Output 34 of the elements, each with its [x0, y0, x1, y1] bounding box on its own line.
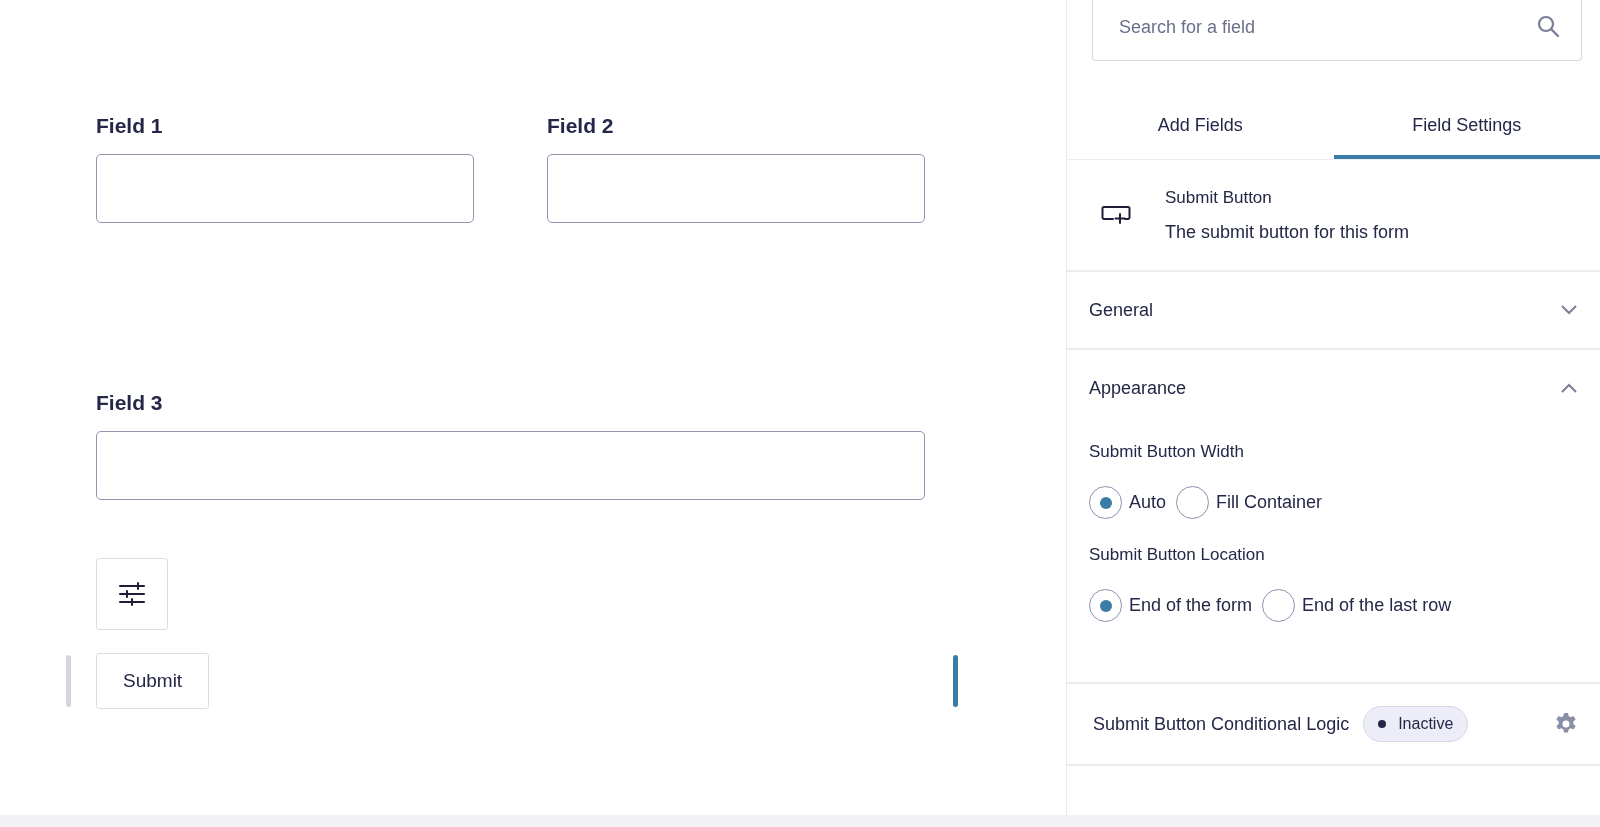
search-icon — [1536, 14, 1560, 38]
setting-label: Submit Button Location — [1089, 545, 1266, 565]
radio-option[interactable]: End of the last row — [1262, 589, 1452, 622]
submit-button[interactable]: Submit — [96, 653, 210, 709]
conditional-logic-label: Submit Button Conditional Logic — [1093, 713, 1350, 735]
field-label: Field 1 — [96, 114, 164, 138]
radio-option[interactable]: End of the form — [1089, 589, 1253, 622]
option-label: End of the form — [1129, 595, 1253, 616]
option-label: Auto — [1129, 492, 1167, 513]
resize-handle[interactable] — [66, 655, 71, 707]
sliders-icon — [118, 582, 146, 606]
option-label: Fill Container — [1216, 492, 1323, 513]
chevron-icon — [1560, 304, 1578, 316]
resize-handle[interactable] — [953, 655, 958, 707]
status-toggle[interactable]: Inactive — [1363, 706, 1469, 742]
chevron-icon — [1560, 382, 1578, 394]
input-field[interactable] — [96, 431, 925, 500]
input-field[interactable] — [96, 154, 474, 223]
input-field[interactable] — [547, 154, 925, 223]
option-label: End of the last row — [1302, 595, 1452, 616]
setting-label: Submit Button Width — [1089, 442, 1245, 462]
field-label: Field 2 — [547, 114, 615, 138]
field-label: Field 3 — [96, 391, 164, 415]
section-header[interactable]: General — [1067, 272, 1600, 348]
radio-option[interactable]: Auto — [1089, 486, 1167, 519]
settings-button[interactable] — [96, 558, 168, 630]
section-header[interactable]: Appearance — [1067, 350, 1600, 426]
field-title: Submit Button — [1165, 187, 1273, 208]
field-description: The submit button for this form — [1165, 221, 1410, 243]
tab[interactable]: Add Fields — [1067, 96, 1334, 159]
button-icon — [1101, 205, 1131, 225]
radio-option[interactable]: Fill Container — [1176, 486, 1323, 519]
search-field[interactable]: Search for a field — [1092, 0, 1582, 61]
tab[interactable]: Field Settings — [1333, 96, 1600, 159]
